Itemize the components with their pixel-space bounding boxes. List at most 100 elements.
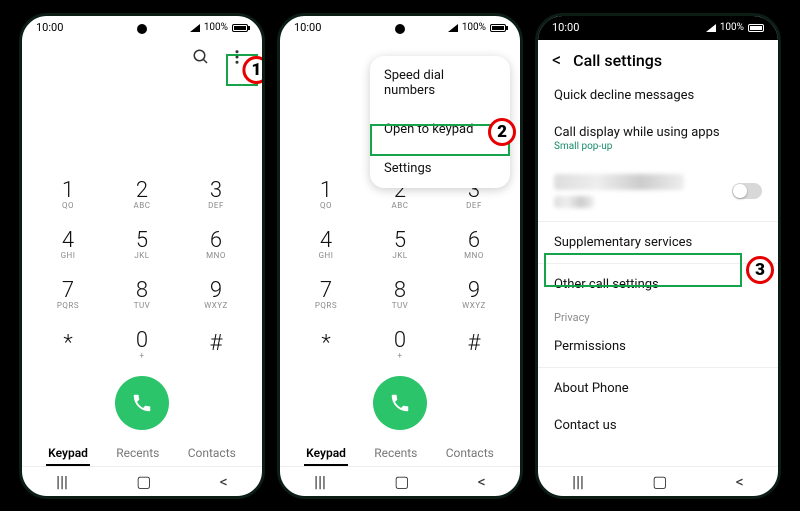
nav-home-icon[interactable]: ▢ [652,472,667,491]
key-digit: # [210,331,223,356]
tab-recents[interactable]: Recents [114,442,161,466]
key-sublabel: MNO [206,251,226,260]
key-star[interactable]: * [296,320,356,368]
redacted-text [554,174,684,190]
row-call-display[interactable]: Call display while using apps Small pop-… [538,114,778,163]
step-marker-3: 3 [746,256,774,284]
search-icon[interactable] [190,46,212,68]
tab-keypad[interactable]: Keypad [46,442,90,466]
row-supplementary[interactable]: Supplementary services [538,224,778,261]
nav-back-icon[interactable]: < [478,472,486,491]
nav-bar: ||| ▢ < [22,466,262,496]
key-digit: # [468,331,481,356]
key-digit: 8 [136,278,148,303]
row-permissions[interactable]: Permissions [538,328,778,365]
key-8[interactable]: 8TUV [112,270,172,318]
key-2[interactable]: 2ABC [112,170,172,218]
dialer-toolbar [22,40,262,70]
nav-bar: ||| ▢ < [280,466,520,496]
key-7[interactable]: 7PQRS [296,270,356,318]
camera-cutout [137,24,147,34]
nav-home-icon[interactable]: ▢ [394,472,409,491]
menu-settings[interactable]: Settings [370,149,510,188]
status-right: 100% [190,22,248,33]
key-9[interactable]: 9WXYZ [186,270,246,318]
key-0[interactable]: 0+ [112,320,172,368]
row-other-settings[interactable]: Other call settings [538,266,778,303]
menu-speed-dial[interactable]: Speed dial numbers [370,56,510,110]
back-icon[interactable]: < [552,50,561,71]
tab-contacts[interactable]: Contacts [444,442,496,466]
key-digit: 9 [210,278,222,303]
toggle-switch[interactable] [732,183,762,199]
row-quick-decline[interactable]: Quick decline messages [538,77,778,114]
key-0[interactable]: 0+ [370,320,430,368]
key-digit: 6 [210,228,222,253]
key-sublabel: TUV [134,301,151,310]
tab-keypad[interactable]: Keypad [304,442,348,466]
divider [538,221,778,222]
row-about-phone[interactable]: About Phone [538,370,778,407]
key-star[interactable]: * [38,320,98,368]
key-hash[interactable]: # [186,320,246,368]
key-sublabel: WXYZ [462,301,486,310]
row-redacted-1[interactable] [538,163,778,219]
key-5[interactable]: 5JKL [112,220,172,268]
step-marker-2: 2 [488,118,516,146]
tab-contacts[interactable]: Contacts [186,442,238,466]
key-digit: 4 [320,228,332,253]
key-4[interactable]: 4GHI [38,220,98,268]
key-sublabel: GHI [319,251,334,260]
key-sublabel: PQRS [57,301,79,310]
key-1[interactable]: 1QO [296,170,356,218]
nav-home-icon[interactable]: ▢ [136,472,151,491]
key-sublabel: + [397,351,402,360]
dialer-tabs: Keypad Recents Contacts [280,438,520,466]
key-digit: 4 [62,228,74,253]
key-sublabel: ABC [392,201,409,210]
key-digit: 7 [62,278,74,303]
nav-recents-icon[interactable]: ||| [572,472,584,491]
key-sublabel: ABC [134,201,151,210]
status-time: 10:00 [294,21,321,34]
tab-recents[interactable]: Recents [372,442,419,466]
nav-recents-icon[interactable]: ||| [56,472,68,491]
divider [538,263,778,264]
key-digit: 5 [394,228,406,253]
row-contact-us[interactable]: Contact us [538,407,778,444]
key-9[interactable]: 9WXYZ [444,270,504,318]
key-3[interactable]: 3DEF [186,170,246,218]
status-right: 100% [448,22,506,33]
key-digit: 6 [468,228,480,253]
key-5[interactable]: 5JKL [370,220,430,268]
key-6[interactable]: 6MNO [186,220,246,268]
call-button[interactable] [373,376,427,430]
settings-list: Quick decline messages Call display whil… [538,77,778,466]
divider [538,367,778,368]
dialer-keypad: 1QO2ABC3DEF4GHI5JKL6MNO7PQRS8TUV9WXYZ*0+… [280,170,520,370]
key-sublabel: MNO [464,251,484,260]
side-button [264,116,265,176]
key-sublabel: DEF [208,201,224,210]
key-digit: 9 [468,278,480,303]
key-1[interactable]: 1QO [38,170,98,218]
key-digit: 7 [320,278,332,303]
key-sublabel: QO [320,201,332,210]
key-sublabel: PQRS [315,301,337,310]
battery-icon [748,24,764,32]
nav-back-icon[interactable]: < [220,472,228,491]
key-sublabel: + [139,351,144,360]
nav-back-icon[interactable]: < [736,472,744,491]
call-button[interactable] [115,376,169,430]
phone-screen-1: 10:00 100% 1 1QO2ABC3DEF4GHI5JKL6MNO7PQR… [19,13,265,499]
key-8[interactable]: 8TUV [370,270,430,318]
key-sublabel: TUV [392,301,409,310]
section-privacy: Privacy [538,303,778,328]
key-4[interactable]: 4GHI [296,220,356,268]
camera-cutout [395,24,405,34]
key-digit: * [321,331,330,356]
key-hash[interactable]: # [444,320,504,368]
nav-recents-icon[interactable]: ||| [314,472,326,491]
key-7[interactable]: 7PQRS [38,270,98,318]
key-6[interactable]: 6MNO [444,220,504,268]
